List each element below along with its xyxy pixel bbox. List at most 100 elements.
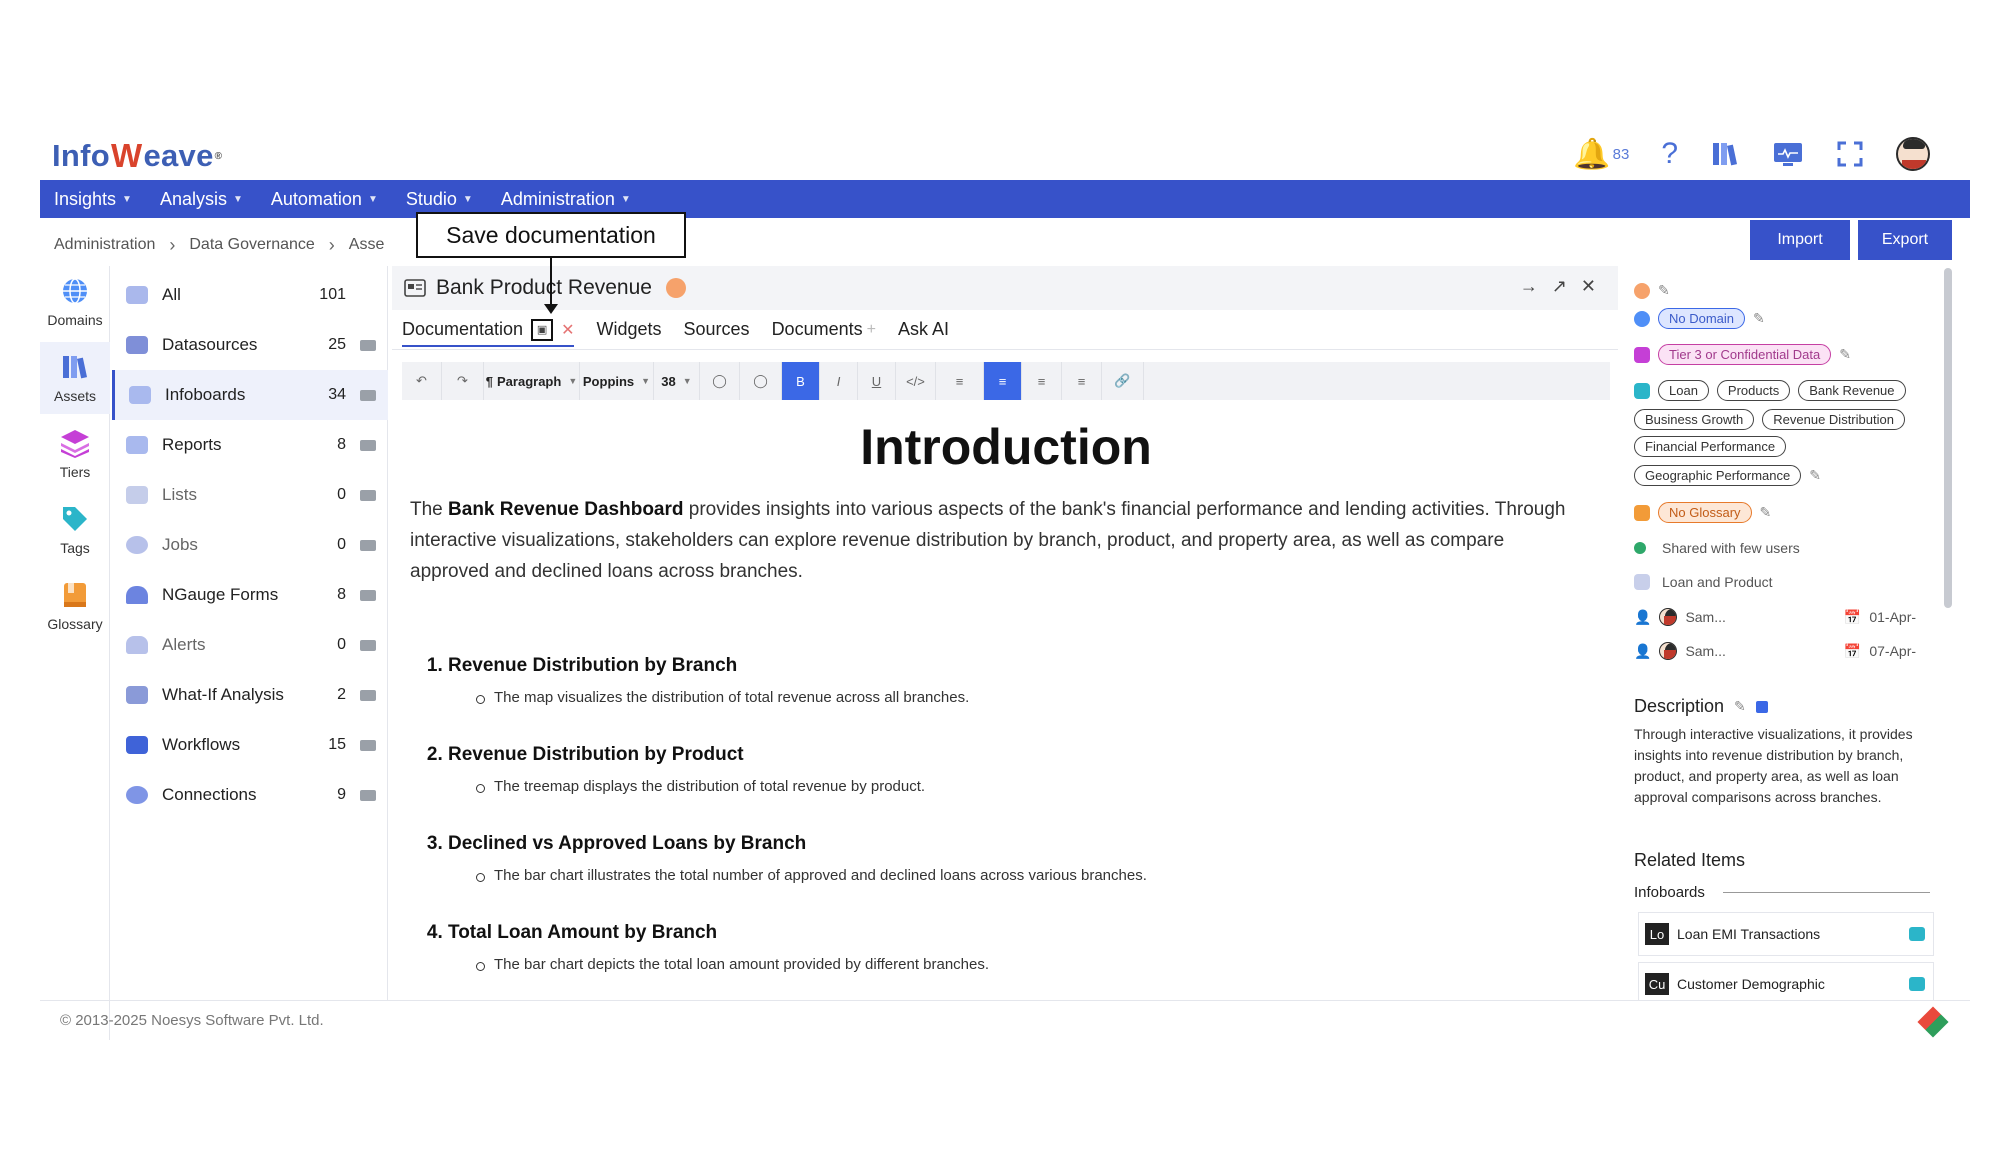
tag-icon [1909, 927, 1925, 941]
align-left-button[interactable]: ≡ [936, 362, 984, 400]
nav-analysis[interactable]: Analysis ▼ [160, 189, 243, 210]
glossary-pill[interactable]: No Glossary [1658, 502, 1752, 523]
asset-type-datasources[interactable]: Datasources 25 [112, 320, 388, 370]
related-item[interactable]: Lo Loan EMI Transactions [1638, 912, 1934, 956]
export-button[interactable]: Export [1858, 220, 1952, 260]
tag-pill[interactable]: Financial Performance [1634, 436, 1787, 457]
pencil-icon[interactable]: ✎ [1760, 504, 1772, 521]
pencil-icon[interactable]: ✎ [1809, 467, 1821, 484]
notifications-button[interactable]: 🔔 83 [1573, 137, 1629, 172]
related-items-heading: Related Items [1634, 850, 1746, 870]
asset-type-lists[interactable]: Lists 0 [112, 470, 388, 520]
undo-button[interactable]: ↶ [402, 362, 442, 400]
asset-type-jobs[interactable]: Jobs 0 [112, 520, 388, 570]
font-size-select[interactable]: 38 ▼ [654, 362, 700, 400]
ai-icon[interactable] [1755, 700, 1768, 713]
tag-pill[interactable]: Loan [1658, 380, 1709, 401]
folder-icon[interactable] [360, 389, 376, 401]
asset-type-ngauge-forms[interactable]: NGauge Forms 8 [112, 570, 388, 620]
related-item[interactable]: Cu Customer Demographic [1638, 962, 1934, 1000]
pencil-icon[interactable]: ✎ [1734, 698, 1746, 715]
asset-type-reports[interactable]: Reports 8 [112, 420, 388, 470]
folder-icon[interactable] [360, 489, 376, 501]
user-avatar[interactable] [1896, 137, 1930, 171]
breadcrumb-administration[interactable]: Administration [54, 236, 155, 254]
folder-icon[interactable] [360, 739, 376, 751]
text-color-button[interactable]: ◯ [700, 362, 740, 400]
doc-section: Declined vs Approved Loans by Branch The … [448, 833, 1602, 884]
tag-pill[interactable]: Geographic Performance [1634, 465, 1802, 486]
font-family-select[interactable]: Poppins ▼ [580, 362, 654, 400]
arrow-right-icon[interactable]: → [1520, 276, 1538, 297]
alert-bell-icon [126, 636, 148, 654]
insert-link-button[interactable]: 🔗 [1102, 362, 1144, 400]
tab-documents[interactable]: Documents + [772, 319, 876, 340]
import-button[interactable]: Import [1750, 220, 1850, 260]
align-right-button[interactable]: ≡ [1022, 362, 1062, 400]
bold-button[interactable]: B [782, 362, 820, 400]
folder-icon[interactable] [360, 539, 376, 551]
tab-ask-ai[interactable]: Ask AI [898, 319, 949, 340]
tag-pill[interactable]: Bank Revenue [1798, 380, 1906, 401]
save-documentation-button[interactable]: ▣ [531, 318, 554, 341]
rail-assets[interactable]: Assets [40, 342, 110, 414]
discard-icon[interactable]: ✕ [561, 320, 574, 340]
tab-widgets[interactable]: Widgets [596, 319, 661, 340]
monitor-button[interactable] [1772, 140, 1804, 168]
redo-button[interactable]: ↷ [442, 362, 484, 400]
italic-button[interactable]: I [820, 362, 858, 400]
properties-scrollbar[interactable] [1944, 268, 1952, 608]
nav-automation[interactable]: Automation ▼ [271, 189, 378, 210]
divider [1722, 892, 1930, 893]
tab-sources[interactable]: Sources [684, 319, 750, 340]
domain-pill[interactable]: No Domain [1658, 308, 1746, 329]
rail-domains[interactable]: Domains [40, 266, 110, 338]
tier-pill[interactable]: Tier 3 or Confidential Data [1658, 344, 1832, 365]
tag-pill[interactable]: Revenue Distribution [1762, 409, 1905, 430]
asset-type-all[interactable]: All 101 [112, 270, 388, 320]
asset-detail-panel: Bank Product Revenue → ↗ ✕ Documentation… [392, 266, 1618, 1000]
folder-icon[interactable] [360, 689, 376, 701]
block-format-select[interactable]: ¶ Paragraph ▼ [484, 362, 580, 400]
documentation-editor[interactable]: Introduction The Bank Revenue Dashboard … [402, 412, 1610, 1000]
pencil-icon[interactable]: ✎ [1658, 282, 1670, 299]
tab-documentation[interactable]: Documentation ▣ ✕ [402, 318, 575, 347]
book-icon [1634, 504, 1650, 521]
folder-icon[interactable] [360, 639, 376, 651]
fullscreen-button[interactable] [1836, 140, 1864, 168]
align-justify-button[interactable]: ≡ [1062, 362, 1102, 400]
asset-type-infoboards[interactable]: Infoboards 34 [112, 370, 388, 420]
folder-icon[interactable] [360, 589, 376, 601]
pencil-icon[interactable]: ✎ [1753, 310, 1765, 327]
infoweave-logo[interactable]: Info Weave ® [52, 136, 222, 176]
nav-administration[interactable]: Administration ▼ [501, 189, 631, 210]
plus-icon[interactable]: + [867, 321, 876, 339]
tag-pill[interactable]: Products [1716, 380, 1791, 401]
gears-icon [126, 536, 148, 554]
code-button[interactable]: </> [896, 362, 936, 400]
background-color-button[interactable]: ◯ [740, 362, 782, 400]
rail-tags[interactable]: Tags [40, 494, 110, 566]
underline-button[interactable]: U [858, 362, 896, 400]
asset-type-workflows[interactable]: Workflows 15 [112, 720, 388, 770]
pencil-icon[interactable]: ✎ [1839, 346, 1851, 363]
tag-pill[interactable]: Business Growth [1634, 409, 1755, 430]
asset-label: Alerts [162, 635, 206, 654]
breadcrumb-assets[interactable]: Asse [349, 236, 385, 254]
asset-type-connections[interactable]: Connections 9 [112, 770, 388, 820]
help-button[interactable]: ? [1661, 137, 1678, 171]
nav-insights[interactable]: Insights ▼ [54, 189, 132, 210]
open-external-icon[interactable]: ↗ [1552, 276, 1567, 297]
rail-glossary[interactable]: Glossary [40, 570, 110, 642]
asset-type-what-if-analysis[interactable]: What-If Analysis 2 [112, 670, 388, 720]
align-center-button[interactable]: ≡ [984, 362, 1022, 400]
folder-icon[interactable] [360, 789, 376, 801]
library-button[interactable] [1710, 139, 1740, 169]
folder-icon[interactable] [360, 339, 376, 351]
breadcrumb-data-governance[interactable]: Data Governance [189, 236, 314, 254]
rail-tiers[interactable]: Tiers [40, 418, 110, 490]
asset-type-alerts[interactable]: Alerts 0 [112, 620, 388, 670]
close-icon[interactable]: ✕ [1581, 276, 1596, 297]
nav-studio[interactable]: Studio ▼ [406, 189, 473, 210]
folder-icon[interactable] [360, 439, 376, 451]
